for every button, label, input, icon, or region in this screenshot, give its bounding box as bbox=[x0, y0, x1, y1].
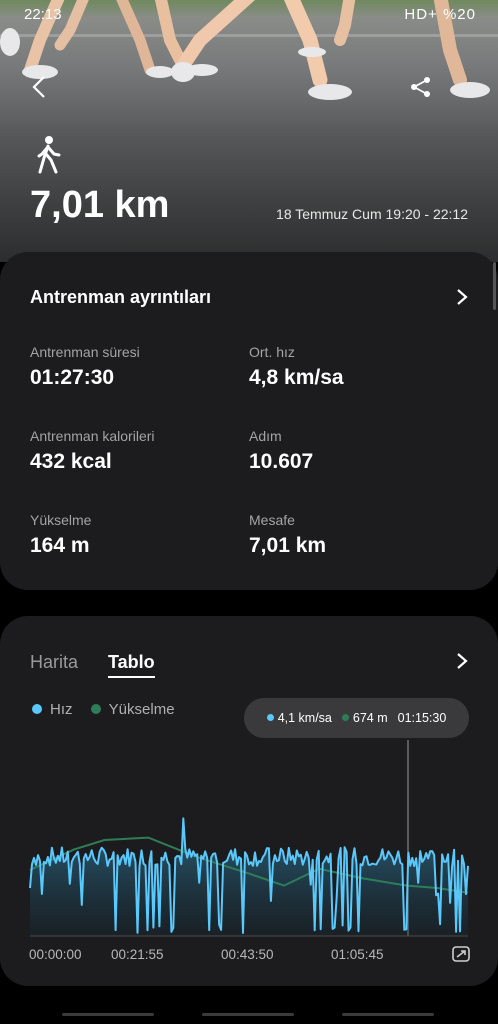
chevron-left-icon bbox=[32, 76, 45, 98]
stat-avg-speed: Ort. hız 4,8 km/sa bbox=[249, 344, 344, 390]
stat-value: 432 kcal bbox=[30, 450, 112, 473]
stat-duration: Antrenman süresi 01:27:30 bbox=[30, 344, 140, 390]
stat-label: Yükselme bbox=[30, 512, 92, 528]
hero-distance: 7,01 km bbox=[30, 184, 170, 226]
nav-back[interactable] bbox=[342, 1013, 434, 1016]
stat-label: Mesafe bbox=[249, 512, 295, 528]
stat-label: Adım bbox=[249, 428, 282, 444]
x-tick-label: 00:00:00 bbox=[29, 947, 82, 962]
expand-chart-icon[interactable] bbox=[452, 946, 470, 962]
scrollbar[interactable] bbox=[493, 262, 496, 310]
workout-details-card: Antrenman ayrıntıları Antrenman süresi 0… bbox=[0, 252, 498, 590]
details-title: Antrenman ayrıntıları bbox=[30, 287, 212, 307]
stat-distance: Mesafe 7,01 km bbox=[249, 512, 326, 558]
back-button[interactable] bbox=[22, 70, 56, 104]
chart-card: Harita Tablo Hız Yükselme 4,1 km/sa 674 … bbox=[0, 616, 498, 986]
share-icon bbox=[411, 77, 430, 97]
stat-value: 01:27:30 bbox=[30, 366, 115, 389]
stat-calories: Antrenman kalorileri 432 kcal bbox=[30, 428, 155, 474]
chevron-right-icon[interactable] bbox=[456, 288, 468, 306]
stat-value: 4,8 km/sa bbox=[249, 366, 344, 389]
tooltip-dot bbox=[266, 714, 274, 722]
walking-icon bbox=[37, 136, 61, 174]
x-tick-label: 00:43:50 bbox=[221, 947, 274, 962]
tooltip-dot bbox=[341, 714, 349, 722]
status-time: 22:13 bbox=[24, 6, 62, 23]
hero-date-time: 18 Temmuz Cum 19:20 - 22:12 bbox=[276, 206, 468, 222]
stat-value: 164 m bbox=[30, 534, 90, 557]
stat-label: Antrenman süresi bbox=[30, 344, 140, 360]
tooltip-speed-value: 4,1 km/sa bbox=[277, 711, 332, 725]
tooltip-speed: 4,1 km/sa bbox=[266, 711, 332, 725]
nav-recents[interactable] bbox=[62, 1013, 154, 1016]
x-tick-label: 01:05:45 bbox=[331, 947, 384, 962]
speed-elevation-chart[interactable] bbox=[0, 616, 498, 986]
stat-label: Ort. hız bbox=[249, 344, 295, 360]
status-bar: 22:13 HD+ %20 bbox=[0, 5, 498, 25]
share-button[interactable] bbox=[404, 70, 438, 104]
chart-tooltip: 4,1 km/sa 674 m 01:15:30 bbox=[244, 698, 469, 738]
tooltip-time: 01:15:30 bbox=[397, 711, 447, 725]
stat-label: Antrenman kalorileri bbox=[30, 428, 155, 444]
tooltip-elevation-value: 674 m bbox=[352, 711, 388, 725]
stat-value: 10.607 bbox=[249, 450, 314, 473]
status-right: HD+ %20 bbox=[404, 6, 476, 23]
stat-elevation: Yükselme 164 m bbox=[30, 512, 91, 558]
x-tick-label: 00:21:55 bbox=[111, 947, 164, 962]
stat-value: 7,01 km bbox=[249, 534, 327, 557]
stat-steps: Adım 10.607 bbox=[249, 428, 313, 474]
nav-home[interactable] bbox=[202, 1013, 294, 1016]
tooltip-elevation: 674 m bbox=[341, 711, 388, 725]
